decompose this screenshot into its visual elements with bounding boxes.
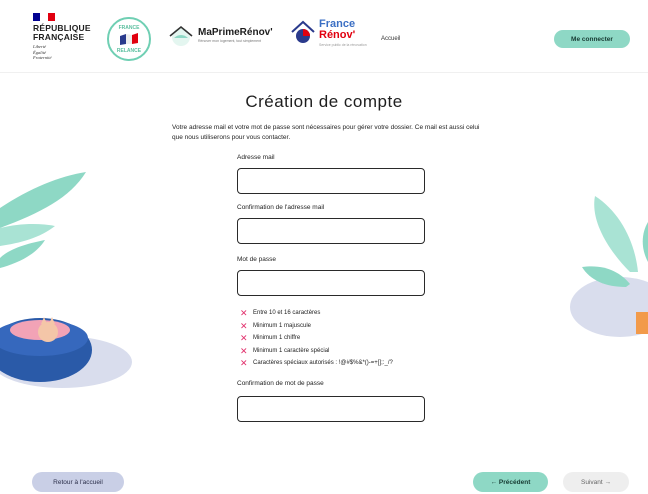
france-renov-name-2: Rénov': [319, 29, 356, 41]
password-rule: ✕ Minimum 1 majuscule: [240, 320, 312, 331]
french-flag-icon: [33, 13, 55, 21]
email-confirm-label: Confirmation de l'adresse mail: [237, 204, 325, 211]
error-cross-icon: ✕: [240, 333, 248, 344]
previous-button[interactable]: ← Précédent: [473, 472, 548, 492]
mpr-name: MaPrimeRénov': [198, 27, 273, 38]
password-rule: ✕ Minimum 1 chiffre: [240, 333, 301, 344]
password-rule: ✕ Minimum 1 caractère spécial: [240, 345, 330, 356]
password-confirm-field[interactable]: [237, 396, 425, 422]
page-title: Création de compte: [245, 92, 403, 111]
france-renov-subtitle: Service public de la rénovation: [319, 43, 367, 47]
maprimerenov-logo: MaPrimeRénov' Rénover mon logement, tout…: [168, 24, 273, 46]
email-label: Adresse mail: [237, 154, 275, 161]
email-confirm-field[interactable]: [237, 218, 425, 244]
house-icon: [169, 25, 193, 46]
rf-motto: Liberté Égalité Fraternité: [33, 44, 52, 60]
password-confirm-label: Confirmation de mot de passe: [237, 380, 324, 387]
france-relance-logo: FRANCE RELANCE: [107, 17, 151, 61]
error-cross-icon: ✕: [240, 320, 248, 331]
error-cross-icon: ✕: [240, 345, 248, 356]
plant-illustration-right: [570, 196, 648, 337]
error-cross-icon: ✕: [240, 358, 248, 369]
mpr-subtitle: Rénover mon logement, tout simplement: [198, 39, 262, 43]
flag-wave-icon: [120, 33, 138, 45]
password-field[interactable]: [237, 270, 425, 296]
password-label: Mot de passe: [237, 256, 277, 263]
relance-top-text: FRANCE: [118, 25, 140, 31]
form-intro-text: Votre adresse mail et votre mot de passe…: [172, 124, 480, 141]
cat-on-pouf-illustration: [0, 317, 132, 388]
site-header: RÉPUBLIQUE FRANÇAISE Liberté Égalité Fra…: [0, 0, 648, 73]
next-button[interactable]: Suivant →: [563, 472, 629, 492]
rf-title: RÉPUBLIQUE FRANÇAISE: [33, 23, 91, 42]
france-renov-house-icon: [291, 20, 315, 43]
password-rule: ✕ Caractères spéciaux autorisés : !@#$%&…: [240, 358, 393, 369]
error-cross-icon: ✕: [240, 308, 248, 319]
back-to-home-button[interactable]: Retour à l'accueil: [32, 472, 124, 492]
relance-bottom-text: RELANCE: [116, 48, 142, 54]
france-renov-logo: France Rénov' Service public de la rénov…: [290, 19, 367, 47]
republique-francaise-logo: RÉPUBLIQUE FRANÇAISE Liberté Égalité Fra…: [33, 13, 91, 61]
login-button[interactable]: Me connecter: [554, 30, 630, 48]
password-rule: ✕ Entre 10 et 16 caractères: [240, 308, 321, 319]
plant-illustration-left: [0, 172, 86, 268]
email-field[interactable]: [237, 168, 425, 194]
nav-accueil-link[interactable]: Accueil: [381, 36, 400, 42]
password-rules-list: ✕ Entre 10 et 16 caractères ✕ Minimum 1 …: [240, 307, 393, 370]
